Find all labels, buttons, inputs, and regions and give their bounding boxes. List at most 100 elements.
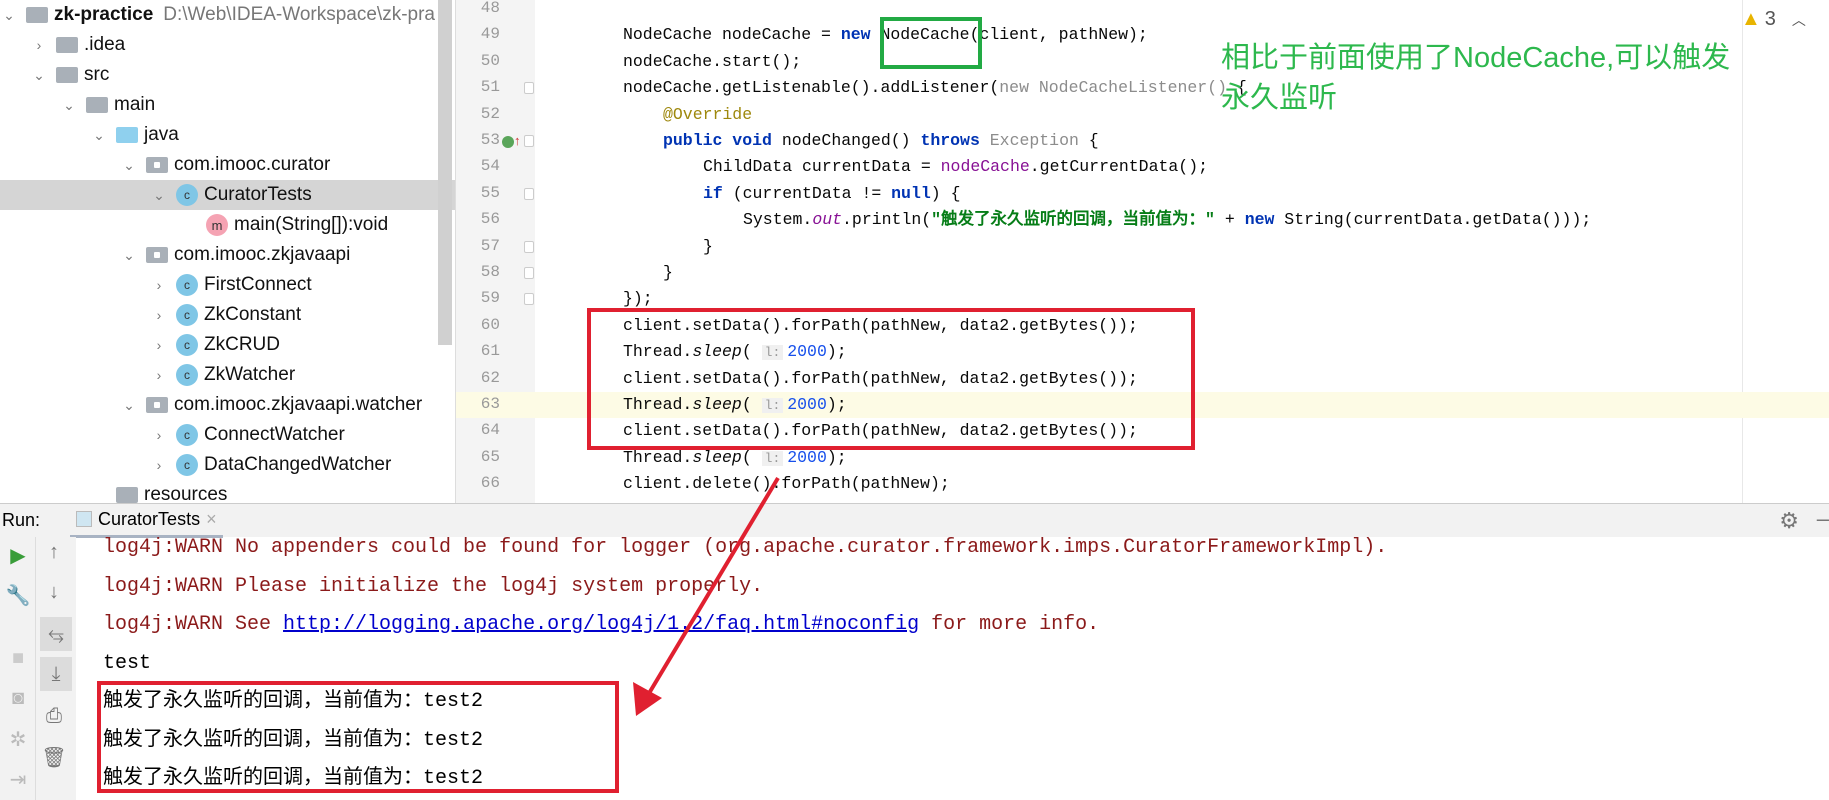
chevron-icon[interactable]: ⌄ [0, 7, 18, 24]
chevron-icon[interactable]: › [150, 367, 168, 383]
fold-marker-icon[interactable] [524, 135, 534, 147]
code-token: { [1088, 131, 1099, 150]
chevron-icon[interactable]: ⌄ [90, 127, 108, 144]
chevron-icon[interactable]: › [150, 337, 168, 353]
tree-item[interactable]: › c ZkCRUD [0, 330, 440, 360]
tree-item[interactable]: › c ZkWatcher [0, 360, 440, 390]
trash-icon[interactable]: 🗑 [36, 745, 72, 770]
code-line[interactable]: nodeCache.getListenable().addListener(ne… [623, 75, 1247, 101]
tree-item[interactable]: ⌄ zk-practice D:\Web\IDEA-Workspace\zk-pra [0, 0, 440, 30]
tree-item-label: com.imooc.curator [174, 154, 331, 175]
chevron-icon[interactable]: › [150, 277, 168, 293]
code-line[interactable]: } [663, 260, 673, 286]
class-icon: c [176, 184, 198, 206]
console-line: log4j:WARN No appenders could be found f… [103, 537, 1387, 562]
code-token: l: [761, 450, 784, 466]
line-number: 61 [480, 342, 500, 361]
line-number: 60 [480, 315, 500, 334]
folder-icon [116, 487, 138, 503]
tree-item[interactable]: › c ZkConstant [0, 300, 440, 330]
console-line: log4j:WARN See http://logging.apache.org… [103, 611, 1099, 639]
right-margin-line [1742, 0, 1743, 503]
fold-marker-icon[interactable] [524, 187, 534, 200]
arrow-up-icon[interactable]: ↑ [36, 541, 72, 564]
wrench-icon[interactable]: 🔧 [0, 583, 36, 608]
code-token: } [703, 236, 713, 256]
tab-curator-tests[interactable]: CuratorTests × [70, 504, 223, 538]
code-line[interactable]: client.delete().forPath(pathNew); [623, 471, 950, 497]
tree-item[interactable]: ⌄ c CuratorTests [0, 180, 455, 210]
chevron-icon[interactable]: › [150, 457, 168, 473]
line-number: 48 [480, 0, 500, 17]
tree-item[interactable]: › c ConnectWatcher [0, 420, 440, 450]
exit-icon[interactable]: ⇥ [0, 767, 36, 792]
arrow-down-icon[interactable]: ↓ [36, 581, 72, 604]
class-icon: c [176, 334, 198, 356]
tree-scrollbar[interactable] [438, 0, 452, 345]
tree-item[interactable]: › c DataChangedWatcher [0, 450, 440, 480]
code-line[interactable]: if (currentData != null) { [703, 181, 960, 207]
chevron-icon[interactable]: ⌄ [150, 187, 168, 204]
tree-item[interactable]: m main(String[]):void [0, 210, 440, 240]
chevron-icon[interactable]: ⌄ [120, 157, 138, 174]
code-line[interactable]: } [703, 234, 713, 260]
code-line[interactable]: ChildData currentData = nodeCache.getCur… [703, 154, 1208, 180]
code-line[interactable]: nodeCache.start(); [623, 49, 801, 75]
folder-icon [26, 7, 48, 23]
fold-marker-icon[interactable] [524, 267, 534, 279]
tree-item[interactable]: ⌄ java [0, 120, 440, 150]
console-link[interactable]: http://logging.apache.org/log4j/1.2/faq.… [283, 613, 919, 636]
tree-item-label: java [144, 124, 179, 145]
implements-method-icon[interactable]: ↑ [502, 133, 521, 148]
fold-marker-icon[interactable] [524, 82, 534, 95]
code-line[interactable]: @Override [663, 102, 752, 128]
close-tab-icon[interactable]: × [206, 509, 217, 530]
scroll-to-end-icon[interactable]: ⤓ [40, 657, 72, 691]
code-token: ); [826, 447, 847, 467]
chevron-icon[interactable]: ⌄ [60, 97, 78, 114]
settings-icon[interactable]: ✲ [0, 727, 36, 752]
code-token: null [891, 183, 931, 203]
tree-item[interactable]: ⌄ com.imooc.curator [0, 150, 440, 180]
code-token: + [1214, 210, 1245, 230]
chevron-icon[interactable]: › [150, 307, 168, 323]
soft-wrap-icon[interactable]: ⥃ [40, 617, 72, 651]
chevron-icon[interactable]: › [150, 427, 168, 443]
tree-item[interactable]: ⌄ com.imooc.zkjavaapi.watcher [0, 390, 440, 420]
code-token: String(currentData.getData())); [1284, 210, 1592, 230]
chevron-icon[interactable]: ⌄ [30, 67, 48, 84]
tree-item[interactable]: resources [0, 480, 440, 503]
tree-item[interactable]: › .idea [0, 30, 440, 60]
tree-item[interactable]: ⌄ com.imooc.zkjavaapi [0, 240, 440, 270]
tree-item[interactable]: › c FirstConnect [0, 270, 440, 300]
code-token: new [840, 25, 881, 45]
annotation-text: 相比于前面使用了NodeCache,可以触发 永久监听 [1221, 38, 1730, 118]
tree-item[interactable]: ⌄ main [0, 90, 440, 120]
camera-icon[interactable]: ◙ [0, 687, 36, 710]
gear-icon[interactable]: ⚙ [1779, 508, 1799, 534]
package-icon [146, 247, 168, 263]
code-line[interactable]: public void nodeChanged() throws Excepti… [663, 128, 1099, 154]
stop-icon[interactable]: ■ [0, 647, 36, 670]
tree-item[interactable]: ⌄ src [0, 60, 440, 90]
chevron-icon[interactable]: ⌄ [120, 247, 138, 264]
chevron-icon[interactable]: › [30, 37, 48, 53]
tree-item-label: main [114, 94, 156, 115]
annotation-line-1: 相比于前面使用了NodeCache,可以触发 [1221, 42, 1731, 74]
rerun-icon[interactable]: ▶ [0, 543, 36, 568]
minimize-icon[interactable]: – [1817, 506, 1829, 532]
warnings-indicator[interactable]: ▲ 3 ︿ [1741, 8, 1806, 31]
code-token: Exception [989, 131, 1089, 150]
fold-marker-icon[interactable] [524, 240, 534, 253]
tree-item-label: zk-practice [54, 4, 154, 25]
code-line[interactable]: System.out.println("触发了永久监听的回调，当前值为：" + … [743, 207, 1591, 233]
code-token: sleep [692, 447, 742, 467]
fold-marker-icon[interactable] [524, 293, 534, 306]
package-icon [146, 397, 168, 413]
chevron-up-icon[interactable]: ︿ [1792, 10, 1806, 30]
line-number: 66 [480, 474, 500, 493]
print-icon[interactable]: ⎙ [36, 705, 72, 728]
line-number: 57 [480, 236, 500, 255]
code-token: out [812, 210, 843, 230]
chevron-icon[interactable]: ⌄ [120, 397, 138, 414]
